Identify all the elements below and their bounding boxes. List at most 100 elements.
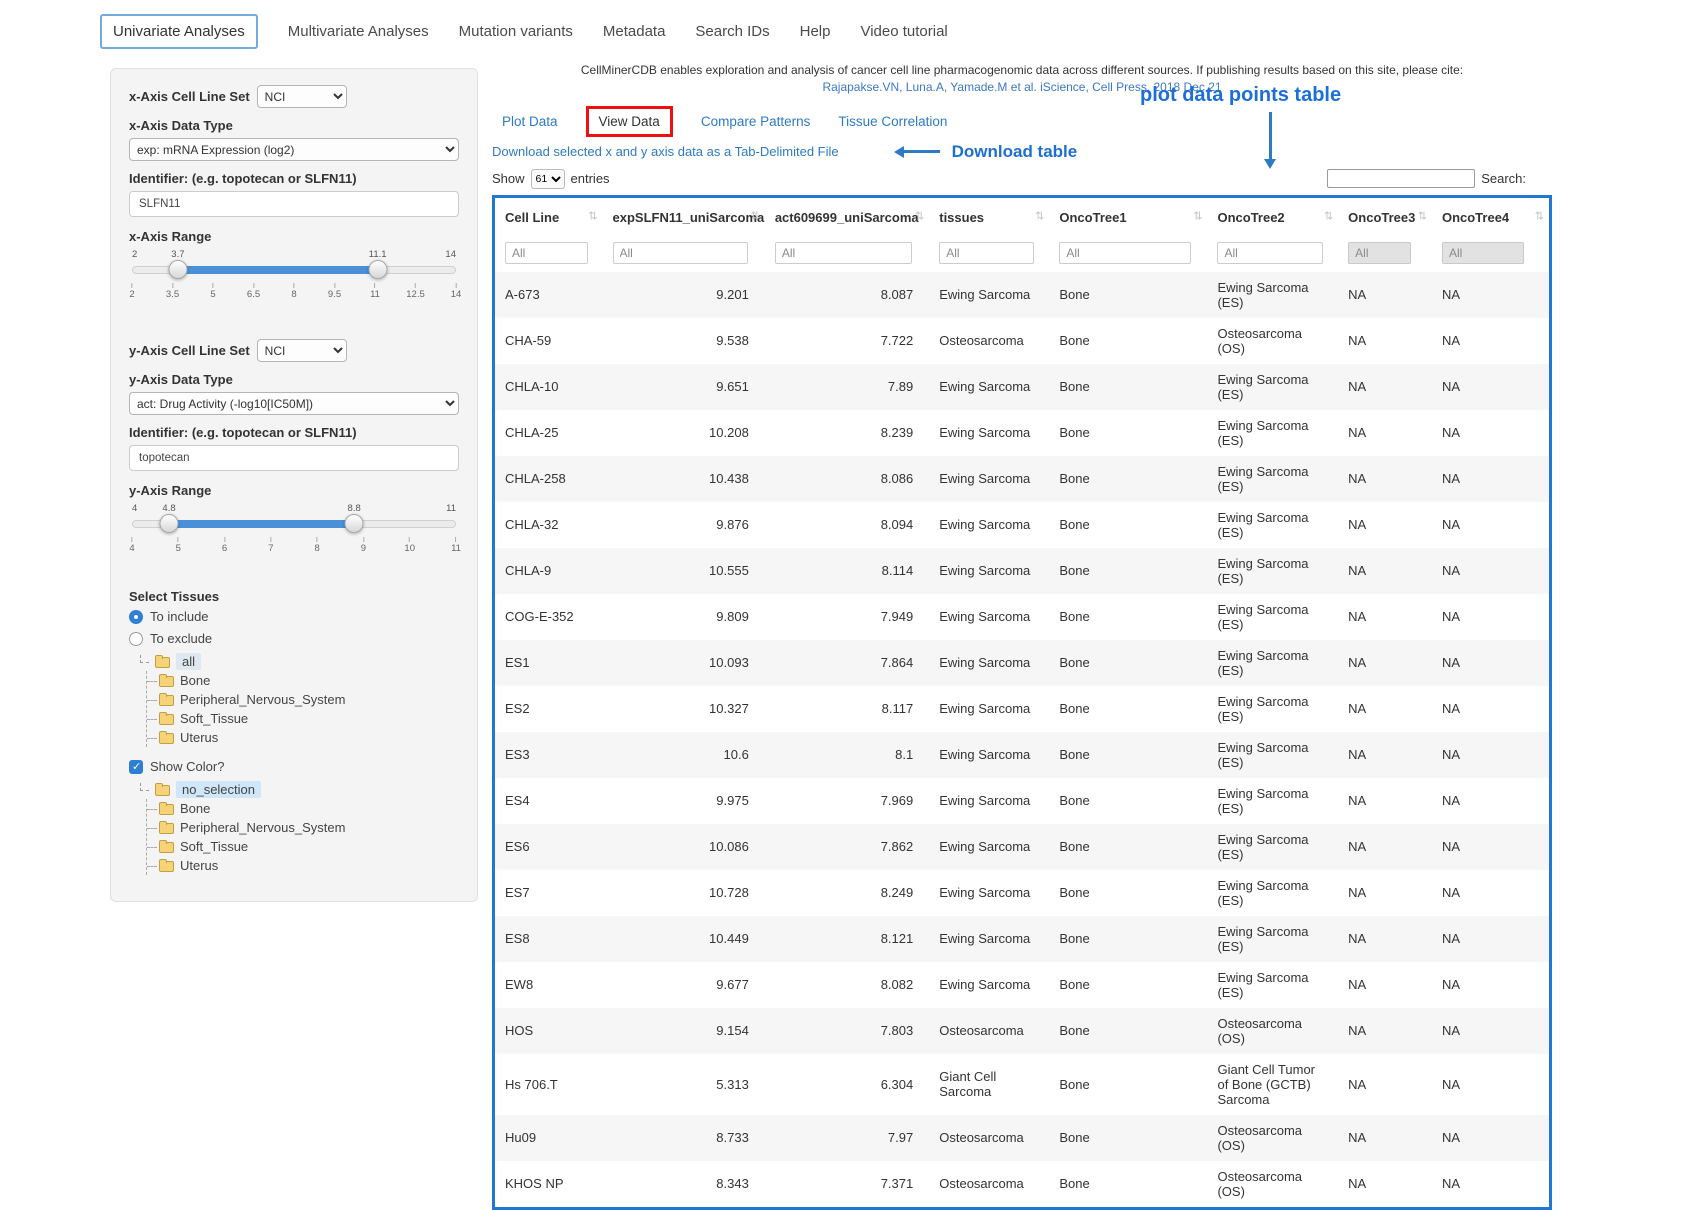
cell-oncotree2: Ewing Sarcoma (ES)	[1207, 594, 1338, 640]
cell-tissues: Ewing Sarcoma	[929, 916, 1049, 962]
slider-handle-low[interactable]	[160, 514, 179, 533]
cell-oncotree4: NA	[1432, 1115, 1549, 1161]
nav-tab-mutation-variants[interactable]: Mutation variants	[459, 23, 573, 40]
filter-input-cell-line[interactable]	[505, 242, 588, 264]
tree-item-soft-tissue[interactable]: Soft_Tissue	[147, 837, 459, 856]
tree-item-bone[interactable]: Bone	[147, 799, 459, 818]
x-data-type-select[interactable]: exp: mRNA Expression (log2)	[129, 138, 459, 161]
slider-handle-high[interactable]	[368, 260, 387, 279]
column-header-tissues[interactable]: tissues⇅	[929, 198, 1049, 234]
x-identifier-input[interactable]	[129, 191, 459, 217]
cell-act609699-unisarcoma: 6.304	[765, 1054, 929, 1115]
cell-oncotree1: Bone	[1049, 548, 1207, 594]
cell-oncotree4: NA	[1432, 778, 1549, 824]
tree-item-soft-tissue[interactable]: Soft_Tissue	[147, 709, 459, 728]
cell-act609699-unisarcoma: 8.239	[765, 410, 929, 456]
table-row[interactable]: ES610.0867.862Ewing SarcomaBoneEwing Sar…	[495, 824, 1549, 870]
nav-tab-video-tutorial[interactable]: Video tutorial	[860, 23, 947, 40]
cell-act609699-unisarcoma: 7.969	[765, 778, 929, 824]
table-row[interactable]: Hs 706.T5.3136.304Giant Cell SarcomaBone…	[495, 1054, 1549, 1115]
cell-expslfn11-unisarcoma: 10.208	[603, 410, 765, 456]
x-axis-range-slider[interactable]: 23.711.11423.556.589.51112.514	[132, 249, 456, 305]
cell-expslfn11-unisarcoma: 10.555	[603, 548, 765, 594]
tree-item-bone[interactable]: Bone	[147, 671, 459, 690]
table-row[interactable]: CHA-599.5387.722OsteosarcomaBoneOsteosar…	[495, 318, 1549, 364]
table-row[interactable]: ES110.0937.864Ewing SarcomaBoneEwing Sar…	[495, 640, 1549, 686]
y-data-type-select[interactable]: act: Drug Activity (-log10[IC50M])	[129, 392, 459, 415]
cell-cell-line: EW8	[495, 962, 603, 1008]
table-row[interactable]: CHLA-25810.4388.086Ewing SarcomaBoneEwin…	[495, 456, 1549, 502]
cell-oncotree1: Bone	[1049, 778, 1207, 824]
column-header-oncotree4[interactable]: OncoTree4⇅	[1432, 198, 1549, 234]
filter-input-oncotree3[interactable]	[1348, 242, 1411, 264]
nav-tab-help[interactable]: Help	[800, 23, 831, 40]
cell-tissues: Ewing Sarcoma	[929, 640, 1049, 686]
column-header-oncotree2[interactable]: OncoTree2⇅	[1207, 198, 1338, 234]
tree-item-peripheral-nervous-system[interactable]: Peripheral_Nervous_System	[147, 818, 459, 837]
y-cell-line-set-select[interactable]: NCI	[257, 339, 347, 362]
search-input[interactable]	[1327, 169, 1475, 188]
subtab-plot-data[interactable]: Plot Data	[502, 114, 558, 129]
table-row[interactable]: HOS9.1547.803OsteosarcomaBoneOsteosarcom…	[495, 1008, 1549, 1054]
table-row[interactable]: Hu098.7337.97OsteosarcomaBoneOsteosarcom…	[495, 1115, 1549, 1161]
slider-handle-low[interactable]	[168, 260, 187, 279]
slider-handle-high[interactable]	[345, 514, 364, 533]
cell-tissues: Ewing Sarcoma	[929, 364, 1049, 410]
y-data-type-label: y-Axis Data Type	[129, 372, 459, 387]
column-header-oncotree3[interactable]: OncoTree3⇅	[1338, 198, 1432, 234]
table-row[interactable]: CHLA-910.5558.114Ewing SarcomaBoneEwing …	[495, 548, 1549, 594]
table-row[interactable]: EW89.6778.082Ewing SarcomaBoneEwing Sarc…	[495, 962, 1549, 1008]
cell-tissues: Osteosarcoma	[929, 318, 1049, 364]
table-row[interactable]: ES810.4498.121Ewing SarcomaBoneEwing Sar…	[495, 916, 1549, 962]
tree-root[interactable]: all	[139, 653, 459, 670]
filter-input-oncotree4[interactable]	[1442, 242, 1524, 264]
cell-cell-line: CHA-59	[495, 318, 603, 364]
table-row[interactable]: A-6739.2018.087Ewing SarcomaBoneEwing Sa…	[495, 272, 1549, 318]
cell-cell-line: Hu09	[495, 1115, 603, 1161]
cell-oncotree3: NA	[1338, 870, 1432, 916]
subtab-tissue-correlation[interactable]: Tissue Correlation	[838, 114, 947, 129]
filter-cell	[929, 234, 1049, 272]
tree-item-uterus[interactable]: Uterus	[147, 728, 459, 747]
radio-to-include[interactable]: To include	[129, 609, 459, 624]
column-header-expslfn11-unisarcoma[interactable]: expSLFN11_uniSarcoma⇅	[603, 198, 765, 234]
table-row[interactable]: COG-E-3529.8097.949Ewing SarcomaBoneEwin…	[495, 594, 1549, 640]
table-row[interactable]: ES49.9757.969Ewing SarcomaBoneEwing Sarc…	[495, 778, 1549, 824]
cell-oncotree3: NA	[1338, 916, 1432, 962]
subtab-view-data[interactable]: View Data	[599, 114, 660, 129]
table-row[interactable]: CHLA-2510.2088.239Ewing SarcomaBoneEwing…	[495, 410, 1549, 456]
table-row[interactable]: KHOS NP8.3437.371OsteosarcomaBoneOsteosa…	[495, 1161, 1549, 1207]
show-entries-select[interactable]: 61	[531, 169, 565, 189]
table-row[interactable]: ES210.3278.117Ewing SarcomaBoneEwing Sar…	[495, 686, 1549, 732]
column-header-cell-line[interactable]: Cell Line⇅	[495, 198, 603, 234]
filter-input-tissues[interactable]	[939, 242, 1034, 264]
tree-item-uterus[interactable]: Uterus	[147, 856, 459, 875]
filter-input-oncotree2[interactable]	[1217, 242, 1322, 264]
nav-tab-metadata[interactable]: Metadata	[603, 23, 666, 40]
nav-tab-multivariate-analyses[interactable]: Multivariate Analyses	[288, 23, 429, 40]
slider-ticks: 4567891011	[132, 537, 456, 557]
sort-icon: ⇅	[1035, 209, 1044, 222]
tree-item-peripheral-nervous-system[interactable]: Peripheral_Nervous_System	[147, 690, 459, 709]
subtab-compare-patterns[interactable]: Compare Patterns	[701, 114, 811, 129]
filter-input-expslfn11-unisarcoma[interactable]	[613, 242, 748, 264]
table-row[interactable]: ES710.7288.249Ewing SarcomaBoneEwing Sar…	[495, 870, 1549, 916]
table-row[interactable]: CHLA-329.8768.094Ewing SarcomaBoneEwing …	[495, 502, 1549, 548]
show-color-row[interactable]: Show Color?	[129, 759, 459, 774]
filter-input-act609699-unisarcoma[interactable]	[775, 242, 912, 264]
column-header-oncotree1[interactable]: OncoTree1⇅	[1049, 198, 1207, 234]
download-link[interactable]: Download selected x and y axis data as a…	[492, 144, 839, 159]
y-axis-range-slider[interactable]: 44.88.8114567891011	[132, 503, 456, 559]
cell-oncotree3: NA	[1338, 364, 1432, 410]
nav-tab-search-ids[interactable]: Search IDs	[695, 23, 769, 40]
column-header-act609699-unisarcoma[interactable]: act609699_uniSarcoma⇅	[765, 198, 929, 234]
cell-oncotree4: NA	[1432, 916, 1549, 962]
y-identifier-input[interactable]	[129, 445, 459, 471]
x-cell-line-set-select[interactable]: NCI	[257, 85, 347, 108]
tree-root[interactable]: no_selection	[139, 781, 459, 798]
radio-to-exclude[interactable]: To exclude	[129, 631, 459, 646]
nav-tab-univariate-analyses[interactable]: Univariate Analyses	[100, 14, 258, 49]
table-row[interactable]: ES310.68.1Ewing SarcomaBoneEwing Sarcoma…	[495, 732, 1549, 778]
filter-input-oncotree1[interactable]	[1059, 242, 1190, 264]
table-row[interactable]: CHLA-109.6517.89Ewing SarcomaBoneEwing S…	[495, 364, 1549, 410]
